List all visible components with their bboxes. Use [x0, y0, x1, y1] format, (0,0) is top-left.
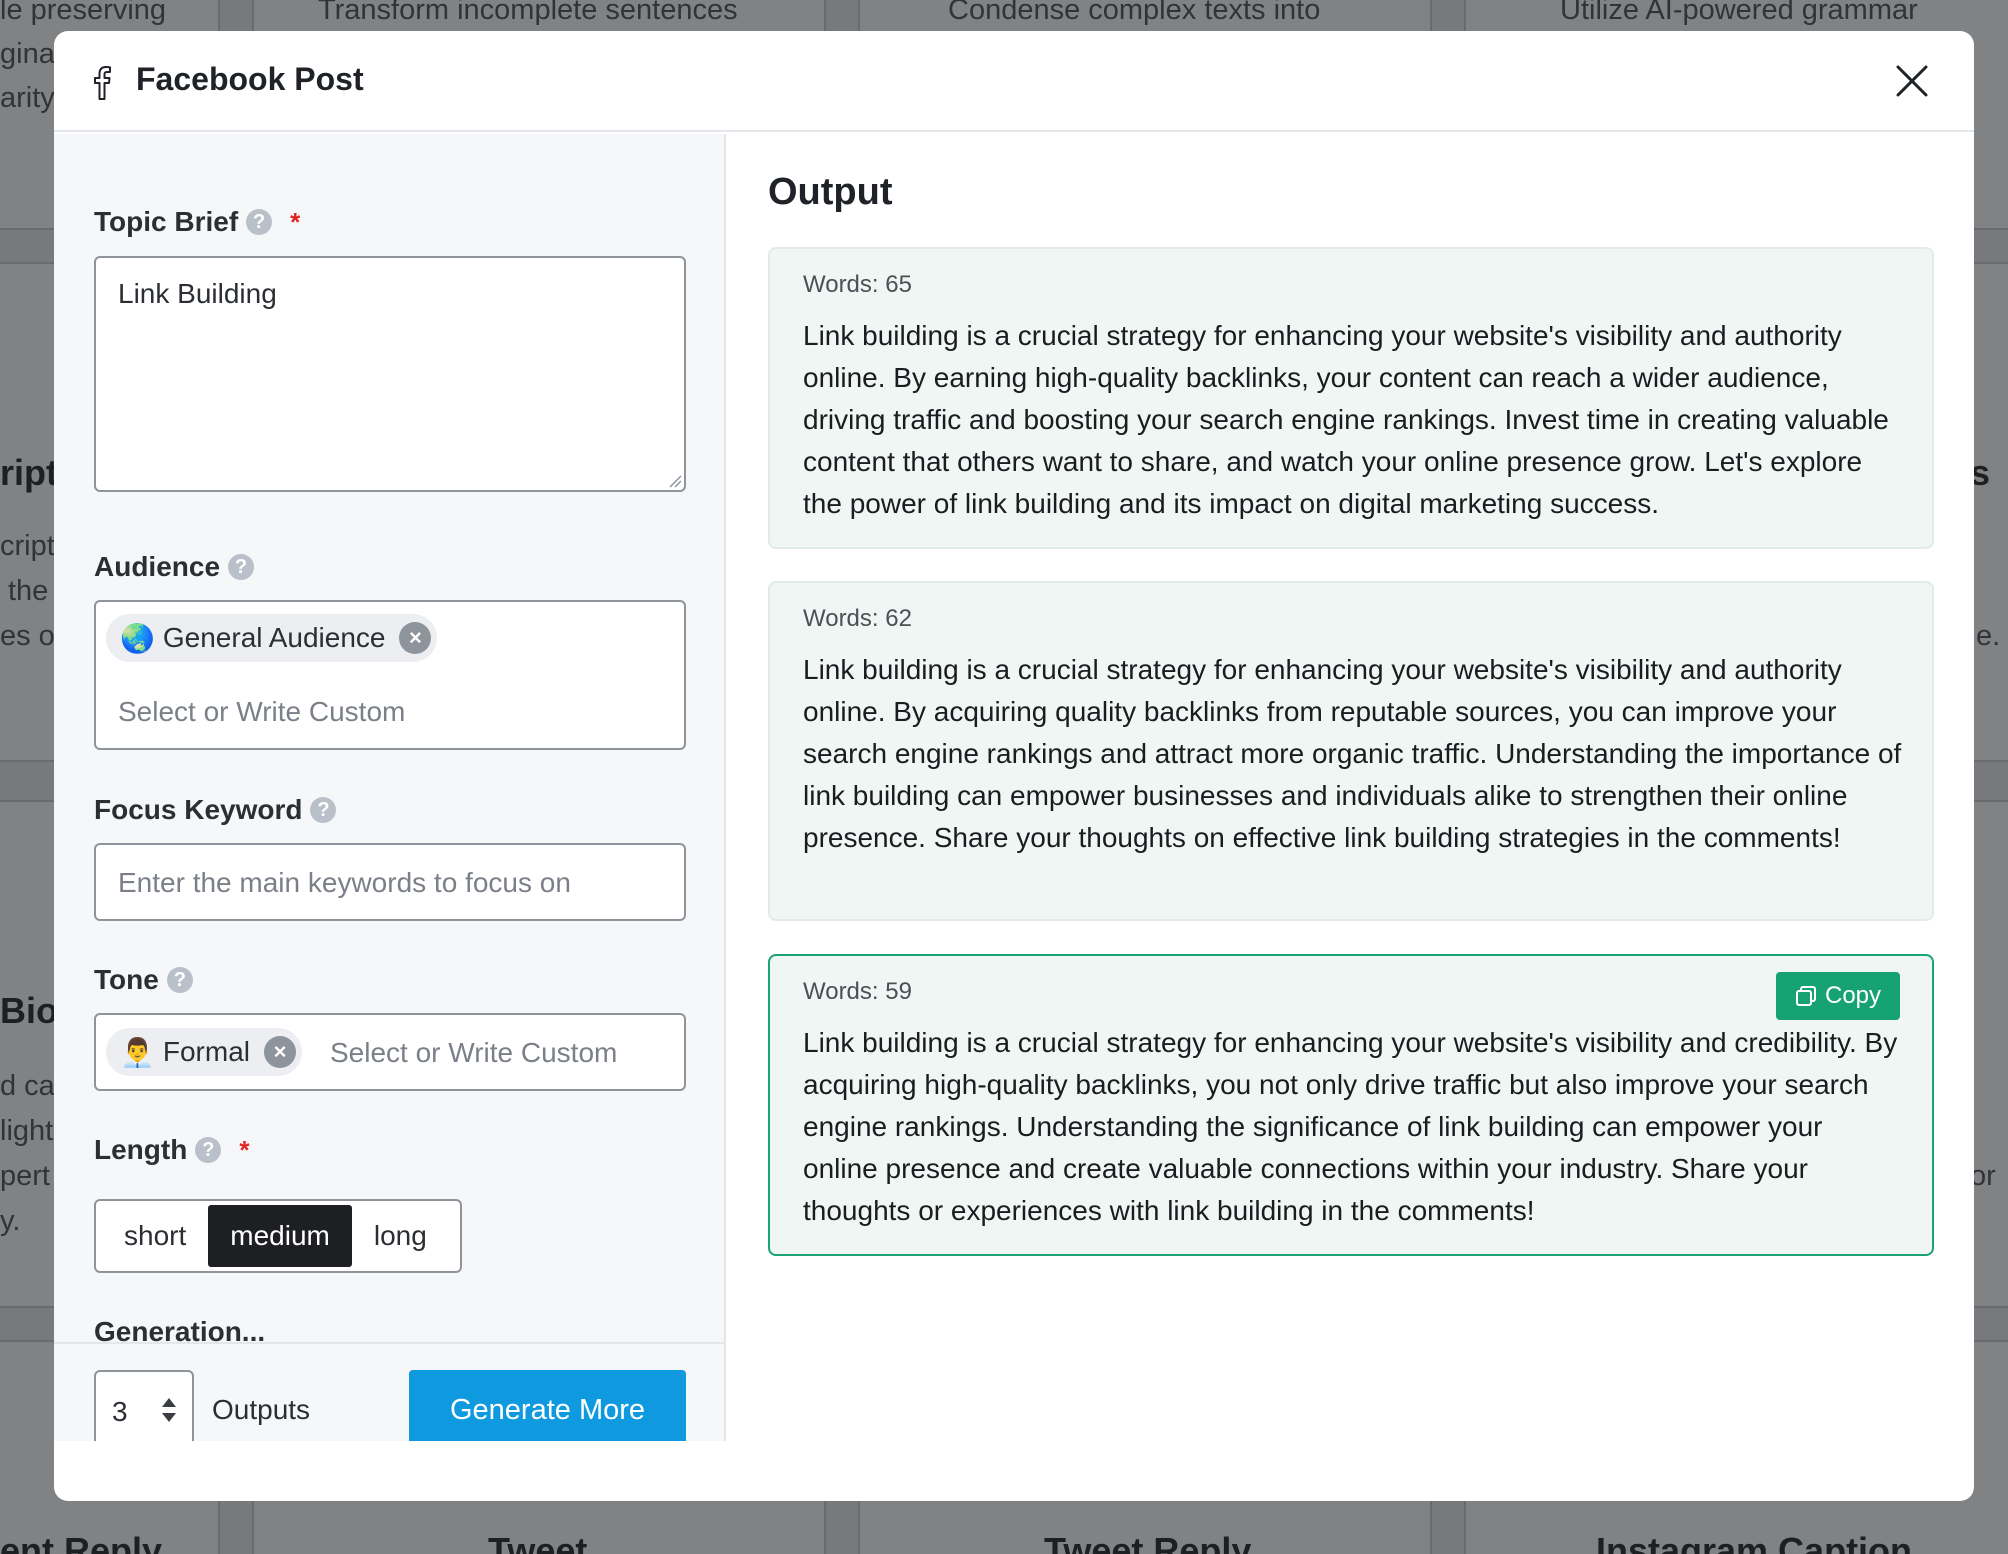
output-text: Link building is a crucial strategy for …	[803, 654, 1902, 853]
audience-placeholder: Select or Write Custom	[118, 696, 406, 727]
audience-label-text: Audience	[94, 551, 221, 582]
tone-chip-label: Formal	[162, 1036, 250, 1067]
length-label-text: Length	[94, 1134, 188, 1165]
help-icon[interactable]: ?	[310, 797, 337, 823]
facebook-icon	[94, 66, 111, 100]
audience-chip-label: General Audience	[162, 622, 386, 653]
output-text: Link building is a crucial strategy for …	[803, 320, 1889, 519]
word-count: Words: 65	[803, 271, 912, 298]
copy-icon	[1795, 986, 1816, 1006]
tone-label-text: Tone	[94, 964, 159, 995]
output-count-value: 3	[112, 1396, 128, 1427]
help-icon[interactable]: ?	[166, 967, 193, 993]
generate-more-button[interactable]: Generate More	[409, 1370, 686, 1441]
focus-keyword-placeholder: Enter the main keywords to focus on	[118, 867, 571, 898]
length-option-long[interactable]: long	[352, 1205, 449, 1267]
audience-label: Audience ?	[94, 551, 255, 583]
word-count: Words: 59	[803, 978, 912, 1005]
focus-keyword-input[interactable]: Enter the main keywords to focus on	[94, 843, 686, 921]
remove-chip-icon[interactable]: ×	[399, 622, 432, 654]
tone-chip: 👨‍💼 Formal ×	[106, 1028, 302, 1076]
topic-brief-label: Topic Brief ? *	[94, 206, 300, 238]
length-option-medium[interactable]: medium	[208, 1205, 352, 1267]
globe-icon: 🌏	[120, 622, 155, 654]
length-option-short[interactable]: short	[102, 1205, 208, 1267]
form-panel: Topic Brief ? * Link Building Audience ?…	[54, 134, 726, 1441]
copy-label: Copy	[1824, 982, 1882, 1009]
required-mark: *	[290, 206, 301, 237]
tone-label: Tone ?	[94, 964, 193, 996]
help-icon[interactable]: ?	[228, 554, 255, 580]
spinner-arrows-icon[interactable]	[160, 1394, 178, 1426]
tone-select[interactable]: 👨‍💼 Formal × Select or Write Custom	[94, 1013, 686, 1091]
tone-placeholder: Select or Write Custom	[330, 1037, 618, 1068]
length-segmented-control: short medium long	[94, 1199, 462, 1273]
audience-select[interactable]: 🌏 General Audience × Select or Write Cus…	[94, 600, 686, 750]
modal-header: Facebook Post	[54, 31, 1974, 132]
topic-brief-value: Link Building	[118, 278, 277, 309]
modal-title: Facebook Post	[136, 61, 364, 97]
output-text: Link building is a crucial strategy for …	[803, 1027, 1898, 1226]
output-title: Output	[768, 171, 893, 213]
required-mark: *	[239, 1134, 250, 1165]
output-card[interactable]: Words: 62 Link building is a crucial str…	[768, 581, 1934, 921]
outputs-label: Outputs	[212, 1394, 311, 1425]
audience-chip: 🌏 General Audience ×	[106, 614, 438, 662]
output-card[interactable]: Words: 65 Link building is a crucial str…	[768, 247, 1934, 549]
word-count: Words: 62	[803, 605, 912, 632]
remove-chip-icon[interactable]: ×	[264, 1036, 296, 1068]
topic-brief-textarea[interactable]: Link Building	[94, 256, 686, 492]
help-icon[interactable]: ?	[195, 1137, 222, 1163]
help-icon[interactable]: ?	[246, 209, 273, 235]
form-footer: 3 Outputs Generate More	[54, 1342, 724, 1441]
copy-button[interactable]: Copy	[1776, 972, 1900, 1020]
focus-keyword-label-text: Focus Keyword	[94, 794, 303, 825]
resize-grip-icon[interactable]	[666, 472, 682, 488]
close-icon[interactable]	[1890, 59, 1934, 103]
output-count-stepper[interactable]: 3	[94, 1370, 194, 1441]
output-card[interactable]: Words: 59 Copy Link building is a crucia…	[768, 954, 1934, 1256]
focus-keyword-label: Focus Keyword ?	[94, 794, 337, 826]
businessperson-icon: 👨‍💼	[120, 1036, 155, 1068]
topic-brief-label-text: Topic Brief	[94, 206, 239, 237]
length-label: Length ? *	[94, 1134, 249, 1166]
facebook-post-modal: Facebook Post Topic Brief ? * Link Build…	[54, 31, 1974, 1501]
